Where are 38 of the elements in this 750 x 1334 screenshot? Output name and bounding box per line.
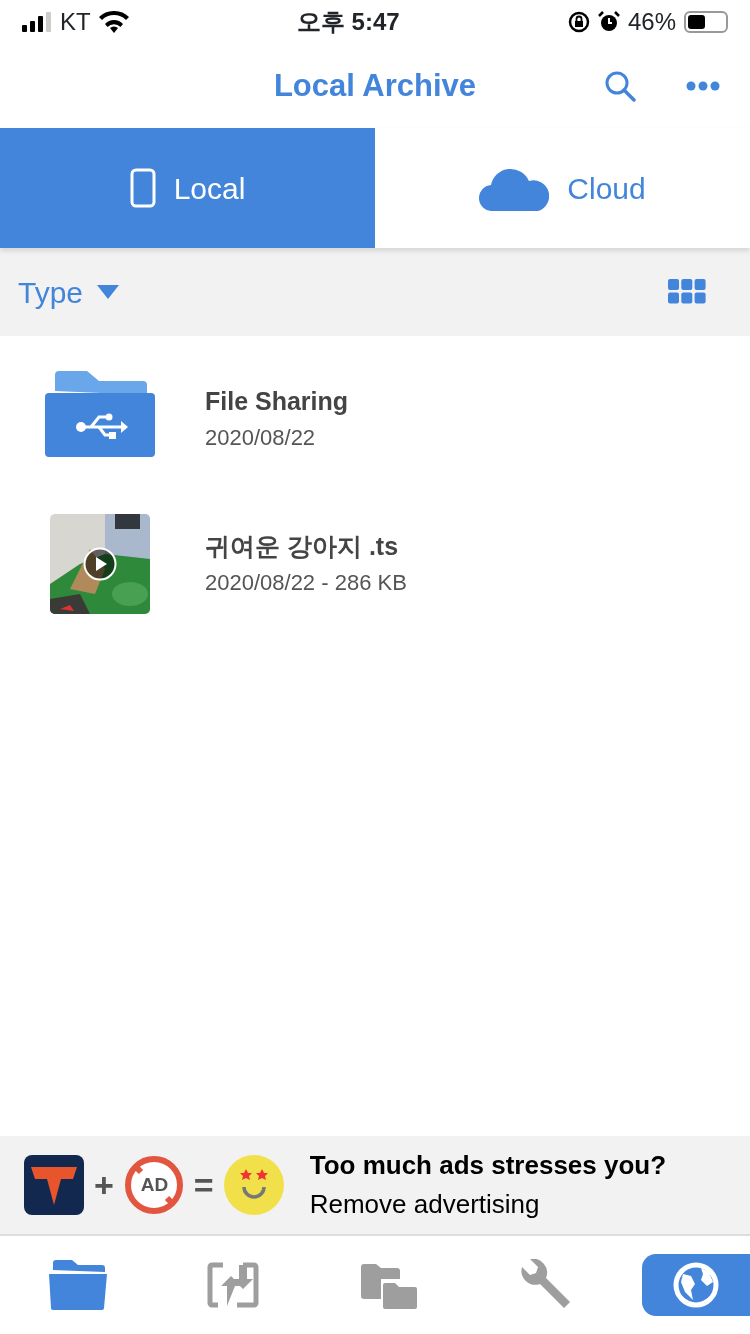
remove-ads-link[interactable]: Remove advertising <box>309 1185 667 1224</box>
file-row[interactable]: File Sharing 2020/08/22 <box>0 346 750 491</box>
equals-sign: = <box>193 1164 214 1206</box>
app-logo-icon <box>24 1155 84 1215</box>
rotation-lock-icon <box>567 11 590 33</box>
folders-icon <box>360 1261 417 1309</box>
file-name: File Sharing <box>205 386 349 418</box>
battery-percent: 46% <box>627 7 676 37</box>
tab-bar-item[interactable] <box>642 1254 750 1316</box>
signal-icon <box>22 12 52 32</box>
search-icon[interactable] <box>604 70 636 102</box>
wifi-icon <box>98 11 129 33</box>
screen-title: Local Archive <box>273 66 477 105</box>
wrench-icon <box>518 1259 571 1311</box>
grid-view-icon[interactable] <box>668 279 706 305</box>
plus-sign: + <box>94 1164 114 1206</box>
globe-icon <box>673 1262 719 1308</box>
play-icon[interactable] <box>83 546 117 581</box>
battery-icon <box>684 11 728 33</box>
alarm-icon <box>597 11 620 33</box>
phone-icon <box>129 168 156 208</box>
file-name: 귀여운 강아지 .ts <box>205 531 400 563</box>
carrier-name: KT <box>60 7 91 37</box>
folder-icon <box>46 1260 109 1310</box>
no-ads-label: AD <box>140 1174 169 1196</box>
no-ads-icon <box>123 1155 184 1215</box>
segment-tab[interactable]: Cloud <box>375 128 750 248</box>
segment-tab[interactable]: Local <box>0 128 375 248</box>
file-details: 2020/08/22 - 286 KB <box>205 568 407 597</box>
ad-banner[interactable]: + AD = Too much ads stresses you? Remove advertising <box>0 1136 750 1236</box>
file-row[interactable]: 귀여운 강아지 .ts 2020/08/22 - 286 KB <box>0 491 750 636</box>
ad-headline: Too much ads stresses you? <box>309 1149 667 1182</box>
smiley-icon <box>223 1155 284 1215</box>
caret-icon <box>97 285 120 299</box>
status-time: 오후 5:47 <box>296 7 400 37</box>
transfer-icon <box>207 1262 260 1308</box>
file-details: 2020/08/22 <box>205 423 317 452</box>
more-icon[interactable] <box>686 81 720 91</box>
